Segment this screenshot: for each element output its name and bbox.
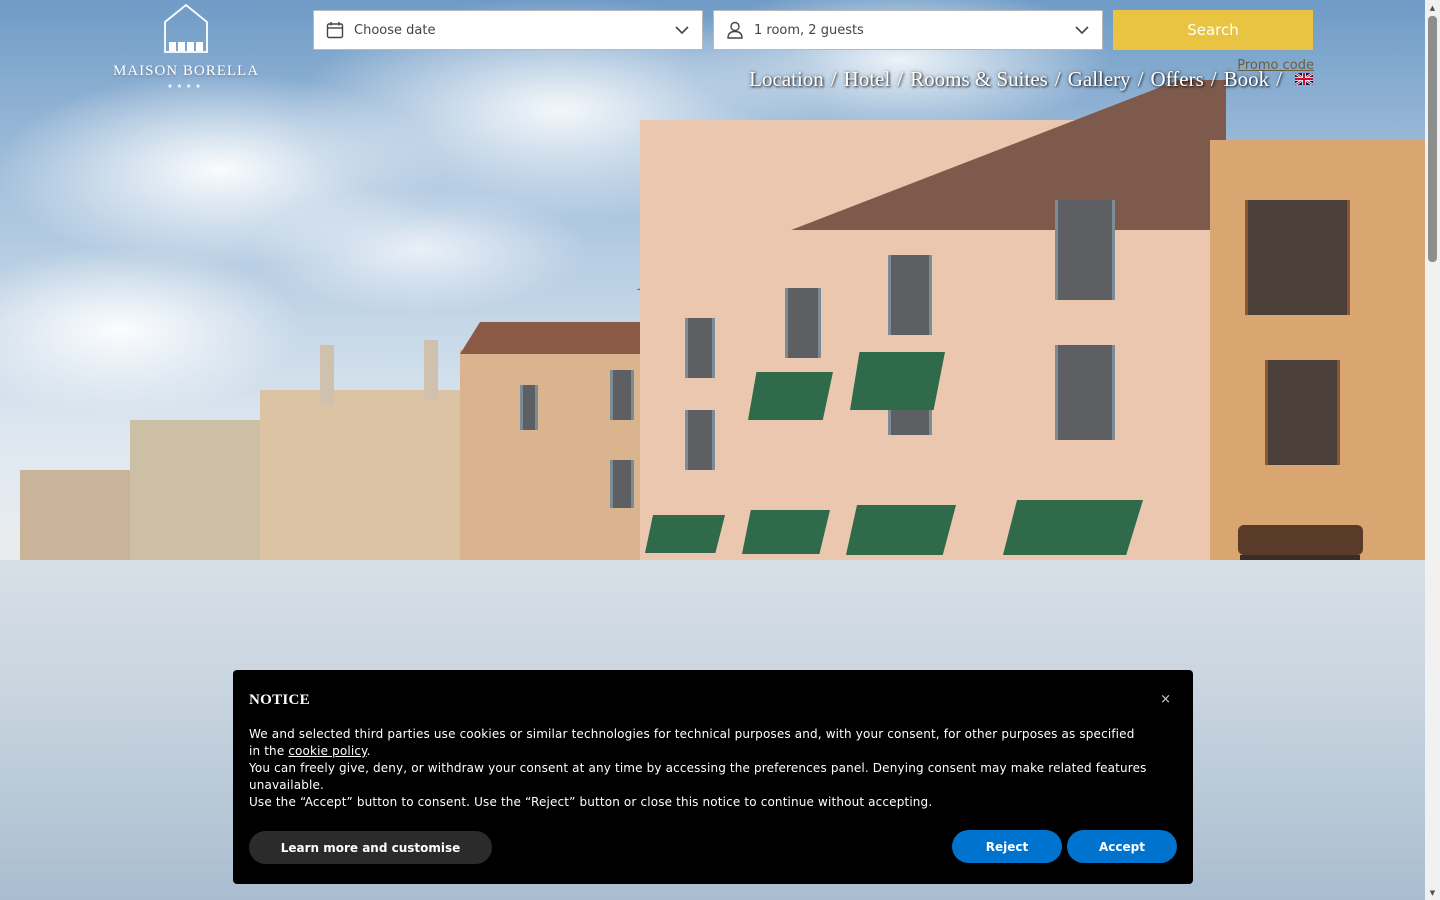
awning (645, 515, 725, 553)
brand-logo[interactable]: MAISON BORELLA ★★★★ (108, 2, 264, 96)
cookie-line-2: You can freely give, deny, or withdraw y… (249, 761, 1147, 792)
awning (742, 510, 830, 554)
page-scrollbar[interactable]: ▲ ▼ (1425, 0, 1440, 900)
scroll-up-icon[interactable]: ▲ (1425, 0, 1440, 15)
awning (1003, 500, 1143, 555)
cookie-title: NOTICE (249, 692, 310, 708)
cookie-line-1-end: . (366, 744, 371, 758)
nav-item-rooms-suites[interactable]: Rooms & Suites (910, 67, 1048, 92)
main-nav: Location / Hotel / Rooms & Suites / Gall… (749, 66, 1313, 92)
awning (850, 352, 945, 410)
awning (748, 372, 833, 420)
chevron-down-icon (1075, 26, 1089, 35)
accept-button[interactable]: Accept (1067, 830, 1177, 863)
nav-item-gallery[interactable]: Gallery (1068, 67, 1131, 92)
nav-item-hotel[interactable]: Hotel (844, 67, 891, 92)
scroll-thumb[interactable] (1428, 16, 1437, 262)
cookie-banner: NOTICE × We and selected third parties u… (233, 670, 1193, 884)
cookie-policy-link[interactable]: cookie policy (288, 744, 366, 758)
search-button[interactable]: Search (1113, 10, 1313, 50)
chevron-down-icon (675, 26, 689, 35)
roof (460, 322, 660, 354)
uk-flag-icon[interactable] (1295, 73, 1313, 85)
awning (846, 505, 956, 555)
window (610, 460, 634, 508)
nav-separator: / (897, 66, 904, 91)
nav-item-offers[interactable]: Offers (1151, 67, 1204, 92)
reject-button[interactable]: Reject (952, 830, 1062, 863)
brand-name: MAISON BORELLA (112, 63, 260, 79)
calendar-icon (326, 22, 344, 39)
nav-item-book[interactable]: Book (1224, 67, 1270, 92)
guests-selector[interactable]: 1 room, 2 guests (713, 10, 1103, 50)
nav-separator: / (1210, 66, 1217, 91)
window (520, 385, 538, 430)
window (1265, 360, 1340, 465)
nav-separator: / (830, 66, 837, 91)
person-icon (727, 21, 743, 39)
cookie-line-1: We and selected third parties use cookie… (249, 727, 1135, 758)
window (610, 370, 634, 420)
window (685, 318, 715, 378)
cookie-line-3: Use the “Accept” button to consent. Use … (249, 795, 933, 809)
close-icon[interactable]: × (1160, 692, 1171, 707)
date-picker[interactable]: Choose date (313, 10, 703, 50)
window (888, 255, 932, 335)
nav-separator: / (1054, 66, 1061, 91)
brand-stars: ★★★★ (167, 83, 205, 90)
window (1055, 345, 1115, 440)
nav-separator: / (1137, 66, 1144, 91)
bell-tower (320, 345, 334, 405)
house-logo-icon (164, 3, 208, 53)
scroll-down-icon[interactable]: ▼ (1425, 885, 1440, 900)
window (1245, 200, 1350, 315)
window (685, 410, 715, 470)
bell-tower (424, 340, 438, 400)
learn-more-button[interactable]: Learn more and customise (249, 831, 492, 864)
nav-separator: / (1276, 66, 1282, 91)
restaurant-sign (1238, 525, 1363, 555)
nav-item-location[interactable]: Location (749, 67, 824, 92)
window (785, 288, 821, 358)
date-value: Choose date (354, 22, 436, 38)
window (1055, 200, 1115, 300)
building-mid (260, 390, 460, 565)
guests-value: 1 room, 2 guests (754, 22, 864, 38)
cookie-text: We and selected third parties use cookie… (249, 726, 1149, 811)
